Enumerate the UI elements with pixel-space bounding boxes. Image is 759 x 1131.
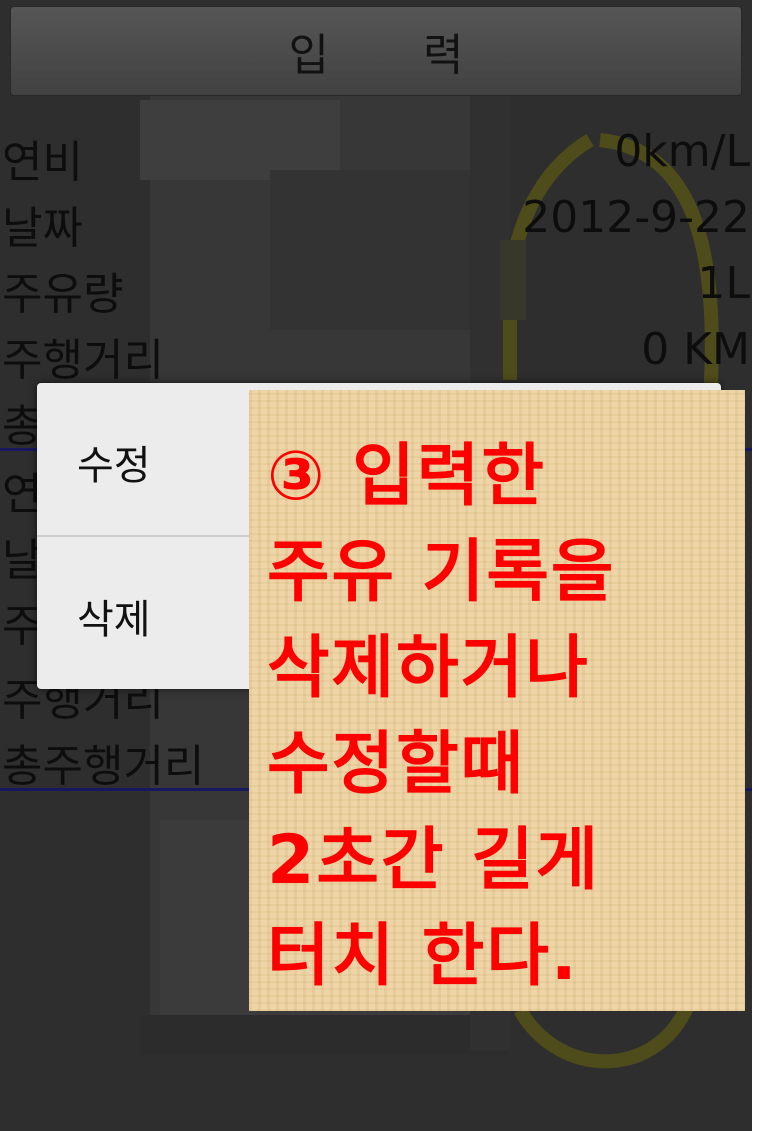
callout-line: 2초간 길게	[267, 821, 601, 900]
delete-menu-label: 삭제	[77, 597, 151, 643]
callout-line: ③ 입력한	[267, 437, 546, 516]
callout-line: 주유 기록을	[267, 533, 616, 612]
edit-menu-label: 수정	[77, 443, 151, 489]
callout-line: 삭제하거나	[267, 629, 590, 708]
instruction-callout: ③ 입력한 주유 기록을 삭제하거나 수정할때 2초간 길게 터치 한다.	[249, 390, 745, 1011]
callout-line: 터치 한다.	[267, 917, 579, 996]
page-margin	[752, 0, 759, 1131]
callout-line: 수정할때	[267, 725, 526, 804]
